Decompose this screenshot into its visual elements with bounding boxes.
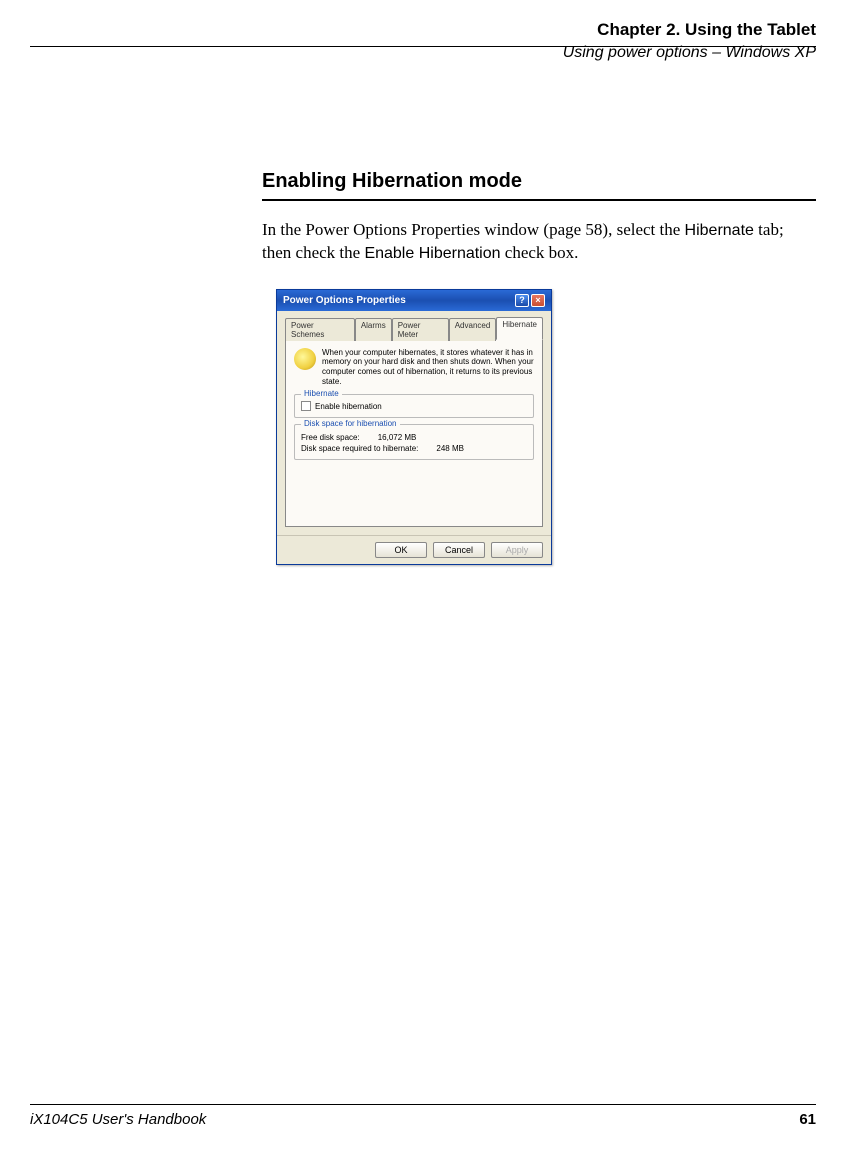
close-icon[interactable]: × bbox=[531, 294, 545, 307]
page-number: 61 bbox=[799, 1111, 816, 1128]
tab-advanced[interactable]: Advanced bbox=[449, 318, 497, 341]
tab-power-schemes[interactable]: Power Schemes bbox=[285, 318, 355, 341]
info-text: When your computer hibernates, it stores… bbox=[322, 348, 534, 386]
free-disk-value: 16,072 MB bbox=[378, 433, 417, 442]
content-block: Enabling Hibernation mode In the Power O… bbox=[262, 170, 816, 565]
body-paragraph: In the Power Options Properties window (… bbox=[262, 219, 816, 265]
hibernate-groupbox: Hibernate Enable hibernation bbox=[294, 394, 534, 418]
required-disk-row: Disk space required to hibernate: 248 MB bbox=[301, 444, 527, 453]
diskspace-group-title: Disk space for hibernation bbox=[301, 419, 400, 428]
page-footer: iX104C5 User's Handbook 61 bbox=[30, 1104, 816, 1128]
section-heading: Enabling Hibernation mode bbox=[262, 170, 816, 201]
standby-icon bbox=[294, 348, 316, 370]
apply-button[interactable]: Apply bbox=[491, 542, 543, 558]
tab-strip: Power Schemes Alarms Power Meter Advance… bbox=[285, 317, 543, 340]
enable-hibernation-label: Enable hibernation bbox=[315, 402, 382, 411]
info-row: When your computer hibernates, it stores… bbox=[294, 348, 534, 386]
enable-hibernation-term: Enable Hibernation bbox=[364, 245, 500, 262]
dialog-title: Power Options Properties bbox=[283, 295, 406, 306]
ok-button[interactable]: OK bbox=[375, 542, 427, 558]
dialog-titlebar: Power Options Properties ? × bbox=[277, 290, 551, 311]
hibernate-tab-term: Hibernate bbox=[685, 222, 754, 239]
free-disk-row: Free disk space: 16,072 MB bbox=[301, 433, 527, 442]
cancel-button[interactable]: Cancel bbox=[433, 542, 485, 558]
tab-hibernate[interactable]: Hibernate bbox=[496, 317, 543, 340]
power-options-dialog: Power Options Properties ? × Power Schem… bbox=[276, 289, 552, 565]
body-text-3: check box. bbox=[501, 243, 579, 262]
chapter-title: Chapter 2. Using the Tablet bbox=[563, 20, 816, 40]
header-rule bbox=[30, 46, 816, 47]
tab-alarms[interactable]: Alarms bbox=[355, 318, 392, 341]
enable-hibernation-checkbox[interactable] bbox=[301, 401, 311, 411]
help-icon[interactable]: ? bbox=[515, 294, 529, 307]
dialog-body: Power Schemes Alarms Power Meter Advance… bbox=[277, 311, 551, 535]
handbook-title: iX104C5 User's Handbook bbox=[30, 1111, 206, 1128]
titlebar-buttons: ? × bbox=[515, 294, 545, 307]
enable-hibernation-row: Enable hibernation bbox=[301, 401, 527, 411]
body-text-1: In the Power Options Properties window (… bbox=[262, 220, 685, 239]
page-header: Chapter 2. Using the Tablet Using power … bbox=[563, 20, 816, 62]
dialog-button-row: OK Cancel Apply bbox=[277, 535, 551, 564]
hibernate-group-title: Hibernate bbox=[301, 389, 342, 398]
free-disk-label: Free disk space: bbox=[301, 433, 360, 442]
required-disk-value: 248 MB bbox=[436, 444, 464, 453]
tab-panel-hibernate: When your computer hibernates, it stores… bbox=[285, 339, 543, 527]
diskspace-groupbox: Disk space for hibernation Free disk spa… bbox=[294, 424, 534, 460]
tab-power-meter[interactable]: Power Meter bbox=[392, 318, 449, 341]
required-disk-label: Disk space required to hibernate: bbox=[301, 444, 418, 453]
